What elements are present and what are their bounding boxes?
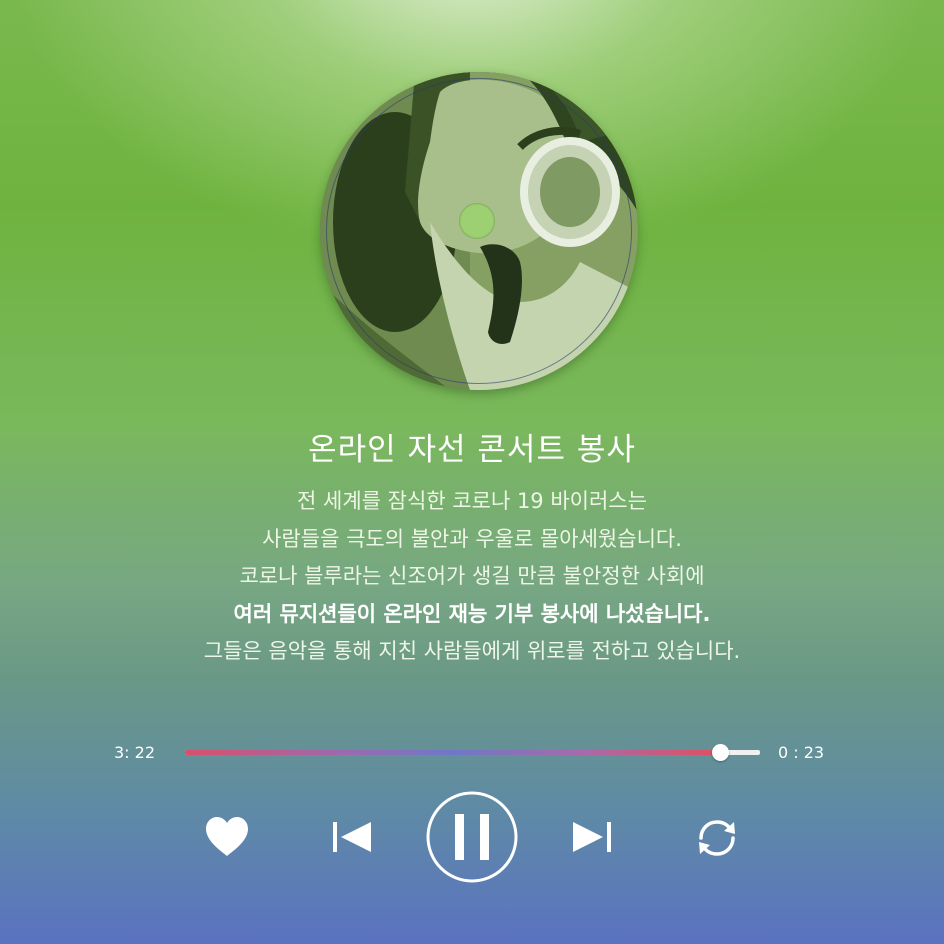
repeat-button[interactable] <box>692 815 742 861</box>
remaining-time: 0 : 23 <box>778 743 825 762</box>
next-button[interactable] <box>570 818 614 856</box>
progress-fill <box>185 750 720 755</box>
description-line: 그들은 음악을 통해 지친 사람들에게 위로를 전하고 있습니다. <box>203 639 741 663</box>
heart-icon <box>204 816 250 858</box>
description-line: 전 세계를 잠식한 코로나 19 바이러스는 <box>297 489 647 513</box>
pause-icon <box>426 791 518 883</box>
repeat-icon <box>693 816 741 860</box>
description-line: 사람들을 극도의 불안과 우울로 몰아세웠습니다. <box>262 526 682 551</box>
album-art-image <box>320 72 638 390</box>
pause-button[interactable] <box>426 791 518 883</box>
disc-center-hole <box>459 203 495 239</box>
track-description: 전 세계를 잠식한 코로나 19 바이러스는 사람들을 극도의 불안과 우울로 … <box>0 483 944 671</box>
description-line: 코로나 블루라는 신조어가 생길 만큼 불안정한 사회에 <box>239 564 705 588</box>
previous-button[interactable] <box>330 818 374 856</box>
album-art-disc <box>320 72 638 390</box>
progress-thumb[interactable] <box>711 744 729 761</box>
progress-bar[interactable] <box>185 744 760 761</box>
elapsed-time: 3: 22 <box>114 743 156 762</box>
skip-next-icon <box>571 820 613 854</box>
skip-previous-icon <box>331 820 373 854</box>
track-title: 온라인 자선 콘서트 봉사 <box>308 432 636 468</box>
description-line-highlight: 여러 뮤지션들이 온라인 재능 기부 봉사에 나섰습니다. <box>233 601 711 626</box>
like-button[interactable] <box>203 815 251 859</box>
